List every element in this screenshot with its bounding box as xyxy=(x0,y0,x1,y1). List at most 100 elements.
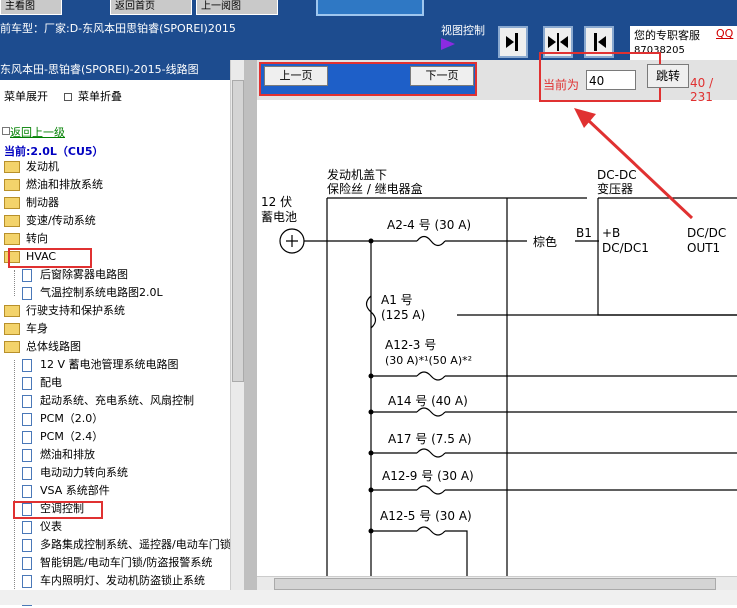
sidebar-item-13[interactable]: 起动系统、充电系统、风扇控制 xyxy=(22,392,194,410)
sidebar-item-15[interactable]: PCM（2.4） xyxy=(22,428,103,446)
customer-service-qq-link[interactable]: QQ xyxy=(716,27,733,40)
menu-expand-button[interactable]: 菜单展开 xyxy=(4,88,48,104)
sidebar-item-9[interactable]: 车身 xyxy=(4,320,48,338)
top-button-2[interactable]: 返回首页 xyxy=(110,0,192,15)
sidebar-item-8[interactable]: 行驶支持和保护系统 xyxy=(4,302,125,320)
sidebar-item-label: 智能钥匙/电动车门锁/防盗报警系统 xyxy=(40,556,213,569)
junction-dot-2 xyxy=(368,373,374,379)
converter-label-2: 变压器 xyxy=(597,181,633,196)
hvac-highlight xyxy=(8,248,92,268)
fit-right-icon xyxy=(506,33,518,51)
sidebar-item-label: 起动系统、充电系统、风扇控制 xyxy=(40,394,194,407)
sidebar-item-2[interactable]: 制动器 xyxy=(4,194,59,212)
top-button-4[interactable]: 上一阅图 xyxy=(196,0,278,15)
car-model-label: 前车型：厂家:D-东风本田思铂睿(SPOREI)2015 xyxy=(0,22,236,35)
junction-dot-5 xyxy=(368,487,374,493)
current-model-label: 当前:2.0L（CU5） xyxy=(4,145,104,158)
sidebar-item-14[interactable]: PCM（2.0） xyxy=(22,410,103,428)
sidebar-item-label: 燃油和排放系统 xyxy=(26,178,103,191)
sidebar-item-22[interactable]: 智能钥匙/电动车门锁/防盗报警系统 xyxy=(22,554,212,572)
document-icon xyxy=(22,286,32,300)
fuse-box-label-1: 发动机盖下 xyxy=(327,167,387,182)
fuse-a17 xyxy=(416,448,446,458)
sidebar-item-7[interactable]: 气温控制系统电路图2.0L xyxy=(22,284,163,302)
junction-dot-3 xyxy=(368,409,374,415)
sidebar-item-label: 车内照明灯、发动机防盗锁止系统 xyxy=(40,574,205,587)
jump-button[interactable]: 跳转 xyxy=(647,64,689,88)
sidebar-item-label: 配电 xyxy=(40,376,62,389)
sidebar-item-label: 制动器 xyxy=(26,196,59,209)
view-control-icon[interactable] xyxy=(441,38,455,50)
junction-dot-1 xyxy=(368,238,374,244)
fuse-a12-9-label: A12-9 号 (30 A) xyxy=(382,469,474,483)
document-icon xyxy=(22,556,32,570)
sidebar-item-6[interactable]: 后窗除雾器电路图 xyxy=(22,266,128,284)
fuse-a12-3-label-2: (30 A)*¹(50 A)*² xyxy=(385,354,472,367)
sidebar-scrollbar-thumb[interactable] xyxy=(232,80,244,382)
document-icon xyxy=(22,574,32,588)
fuse-a14 xyxy=(416,407,446,417)
panel-splitter[interactable] xyxy=(244,60,257,605)
sidebar-item-1[interactable]: 燃油和排放系统 xyxy=(4,176,103,194)
battery-label-2: 蓄电池 xyxy=(261,210,297,224)
back-link[interactable]: 返回上一级 xyxy=(10,124,65,140)
sidebar-item-10[interactable]: 总体线路图 xyxy=(4,338,81,356)
sidebar-item-23[interactable]: 车内照明灯、发动机防盗锁止系统 xyxy=(22,572,205,590)
battery-label-1: 12 伏 xyxy=(261,195,292,209)
folder-icon xyxy=(4,161,20,173)
collapse-icon xyxy=(64,93,72,101)
fuse-a12-9 xyxy=(416,485,446,495)
top-button-3[interactable] xyxy=(316,0,424,16)
document-icon xyxy=(22,466,32,480)
sidebar-item-11[interactable]: 12 V 蓄电池管理系统电路图 xyxy=(22,356,179,374)
sidebar-item-21[interactable]: 多路集成控制系统、遥控器/电动车门锁 xyxy=(22,536,231,554)
back-icon xyxy=(2,127,10,135)
document-icon xyxy=(22,484,32,498)
folder-icon xyxy=(4,341,20,353)
document-icon xyxy=(22,538,32,552)
diagram-scrollbar-thumb[interactable] xyxy=(274,578,716,590)
fuse-a2-4-label: A2-4 号 (30 A) xyxy=(387,218,471,232)
next-page-label: 下一页 xyxy=(425,69,459,82)
sidebar-item-0[interactable]: 发动机 xyxy=(4,158,59,176)
view-fit-right-button[interactable] xyxy=(498,26,528,58)
sidebar-item-label: 转向 xyxy=(26,232,48,245)
sidebar-item-17[interactable]: 电动动力转向系统 xyxy=(22,464,128,482)
top-button-1[interactable]: 主看图 xyxy=(0,0,62,15)
prev-page-button[interactable]: 上一页 xyxy=(264,66,328,86)
converter-input-label-2: DC/DC1 xyxy=(602,241,649,255)
fuse-a1-label-2: (125 A) xyxy=(381,308,425,322)
sidebar-item-16[interactable]: 燃油和排放 xyxy=(22,446,95,464)
current-page-label: 当前为 xyxy=(543,78,580,92)
sidebar-item-4[interactable]: 转向 xyxy=(4,230,48,248)
sidebar-item-18[interactable]: VSA 系统部件 xyxy=(22,482,110,500)
tree-connector xyxy=(14,270,15,296)
document-icon xyxy=(22,520,32,534)
sidebar-item-3[interactable]: 变速/传动系统 xyxy=(4,212,96,230)
fuse-a1-label-1: A1 号 xyxy=(381,293,413,307)
converter-label-1: DC-DC xyxy=(597,168,637,182)
menu-collapse-button[interactable]: 菜单折叠 xyxy=(64,88,122,104)
wiring-diagram: 12 伏 蓄电池 发动机盖下 保险丝 / 继电器盒 DC-DC 变压器 A2-4… xyxy=(261,167,737,576)
sidebar-item-label: 电动动力转向系统 xyxy=(40,466,128,479)
sidebar-item-label: 发动机 xyxy=(26,160,59,173)
document-icon xyxy=(22,448,32,462)
sidebar-item-label: PCM（2.0） xyxy=(40,412,104,425)
next-page-button[interactable]: 下一页 xyxy=(410,66,474,86)
sidebar-item-label: 总体线路图 xyxy=(26,340,81,353)
folder-icon xyxy=(4,323,20,335)
sidebar-item-label: 行驶支持和保护系统 xyxy=(26,304,125,317)
sidebar-item-label: 仪表 xyxy=(40,520,62,533)
page-number-input[interactable]: 40 xyxy=(586,70,636,90)
sidebar-item-12[interactable]: 配电 xyxy=(22,374,62,392)
folder-icon xyxy=(4,197,20,209)
wire-color-label: 棕色 xyxy=(533,234,557,249)
ac-control-highlight xyxy=(13,501,103,519)
sidebar-item-20[interactable]: 仪表 xyxy=(22,518,62,536)
junction-dot-6 xyxy=(368,528,374,534)
sidebar-item-label: 燃油和排放 xyxy=(40,448,95,461)
sidebar-item-label: 后窗除雾器电路图 xyxy=(40,268,128,281)
fuse-a2-4 xyxy=(416,235,446,247)
document-icon xyxy=(22,376,32,390)
folder-icon xyxy=(4,233,20,245)
